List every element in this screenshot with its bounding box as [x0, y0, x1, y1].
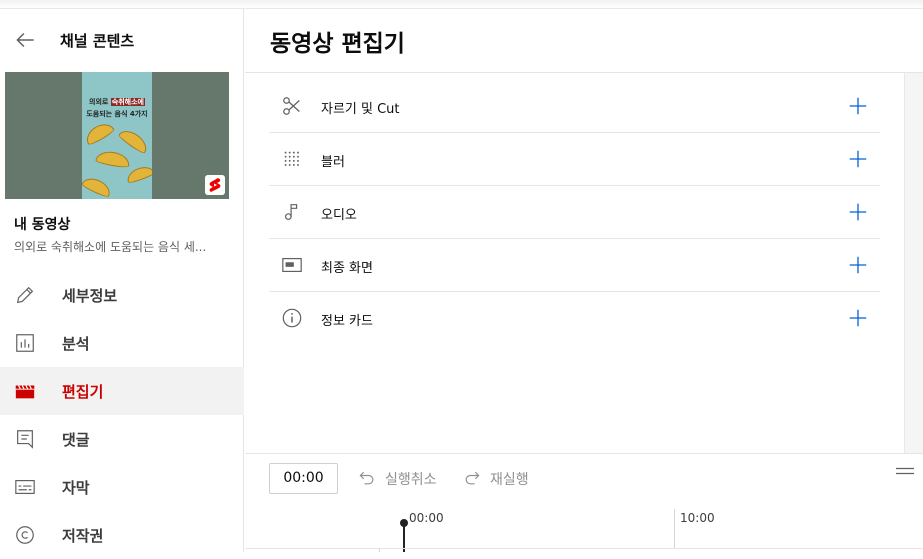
banana-illustration: [82, 174, 114, 199]
video-thumbnail[interactable]: 의외로 숙취해소에 도움되는 음식 4가지: [5, 72, 229, 199]
add-icon[interactable]: [847, 95, 869, 117]
tool-blur[interactable]: 블러: [269, 133, 880, 186]
analytics-icon: [16, 334, 34, 352]
ruler-tick: [674, 509, 675, 548]
clapperboard-icon: [15, 385, 35, 399]
thumbnail-text-prefix: 의외로: [89, 98, 109, 106]
sidebar: 채널 콘텐츠 의외로 숙취해소에 도움되는 음식 4가지 내 동영상 의외로 숙…: [0, 9, 244, 552]
sidebar-item-analytics[interactable]: 분석: [0, 319, 244, 367]
pencil-icon: [16, 286, 34, 304]
undo-icon: [359, 471, 374, 485]
tool-end-screen[interactable]: 최종 화면: [269, 239, 880, 292]
channel-content-title: 채널 콘텐츠: [60, 32, 135, 50]
tool-label: 오디오: [321, 208, 357, 223]
current-time-input[interactable]: 00:00: [269, 463, 338, 494]
playhead-handle[interactable]: [400, 519, 408, 527]
tool-label: 자르기 및 Cut: [321, 102, 400, 117]
shorts-icon: [205, 175, 225, 195]
banana-illustration: [82, 119, 116, 147]
banana-illustration: [124, 163, 152, 185]
redo-label: 재실행: [490, 472, 529, 488]
copyright-icon: [16, 526, 34, 544]
ruler-label-10min: 10:00: [680, 511, 715, 525]
sidebar-item-label: 저작권: [62, 527, 104, 545]
blur-icon: [284, 151, 299, 166]
sidebar-item-label: 자막: [62, 479, 90, 497]
editor-tools-list: 자르기 및 Cut 블러 오디오 최종 화면 정보 카드: [269, 80, 880, 345]
page-title: 동영상 편집기: [270, 31, 405, 57]
tool-label: 블러: [321, 155, 345, 170]
thumbnail-image: 의외로 숙취해소에 도움되는 음식 4가지: [82, 72, 152, 199]
sidebar-item-label: 분석: [62, 335, 90, 353]
resize-handle-icon[interactable]: [896, 467, 914, 475]
tool-info-cards[interactable]: 정보 카드: [269, 292, 880, 345]
thumbnail-text-line2: 도움되는 음식 4가지: [86, 110, 148, 118]
sidebar-item-editor[interactable]: 편집기: [0, 367, 244, 415]
music-note-icon: [284, 204, 298, 220]
ruler-label-start: 00:00: [409, 511, 444, 525]
add-icon[interactable]: [847, 307, 869, 329]
redo-icon: [465, 471, 480, 485]
undo-label: 실행취소: [385, 472, 437, 488]
sidebar-item-label: 편집기: [62, 383, 104, 401]
sidebar-item-details[interactable]: 세부정보: [0, 271, 244, 319]
my-video-heading: 내 동영상: [14, 217, 71, 233]
add-icon[interactable]: [847, 254, 869, 276]
header-divider: [245, 72, 923, 73]
sidebar-item-label: 세부정보: [62, 287, 118, 305]
tool-label: 최종 화면: [321, 261, 373, 276]
timeline-track-edge: [245, 548, 923, 549]
add-icon[interactable]: [847, 148, 869, 170]
tool-trim-cut[interactable]: 자르기 및 Cut: [269, 80, 880, 133]
video-description: 의외로 숙취해소에 도움되는 음식 세...: [14, 240, 207, 254]
back-arrow-icon[interactable]: [12, 27, 38, 53]
scissors-icon: [283, 97, 300, 115]
sidebar-item-label: 댓글: [62, 431, 90, 449]
end-screen-icon: [282, 257, 302, 273]
comment-icon: [17, 430, 33, 449]
sidebar-nav: 세부정보 분석 편집기 댓글 자막 저작권: [0, 271, 244, 559]
thumbnail-text-highlight: 숙취해소에: [110, 98, 145, 106]
thumbnail-overlay-text: 의외로 숙취해소에 도움되는 음식 4가지: [84, 96, 150, 120]
sidebar-item-comments[interactable]: 댓글: [0, 415, 244, 463]
timeline-divider: [245, 453, 923, 454]
subtitles-icon: [15, 479, 35, 495]
banana-illustration: [117, 125, 151, 156]
sidebar-item-subtitles[interactable]: 자막: [0, 463, 244, 511]
add-icon[interactable]: [847, 201, 869, 223]
tool-audio[interactable]: 오디오: [269, 186, 880, 239]
tool-label: 정보 카드: [321, 314, 373, 329]
banana-illustration: [95, 149, 131, 169]
scrollbar[interactable]: [904, 73, 923, 453]
info-icon: [282, 308, 302, 328]
sidebar-header: 채널 콘텐츠: [0, 9, 244, 69]
top-edge: [0, 0, 923, 9]
